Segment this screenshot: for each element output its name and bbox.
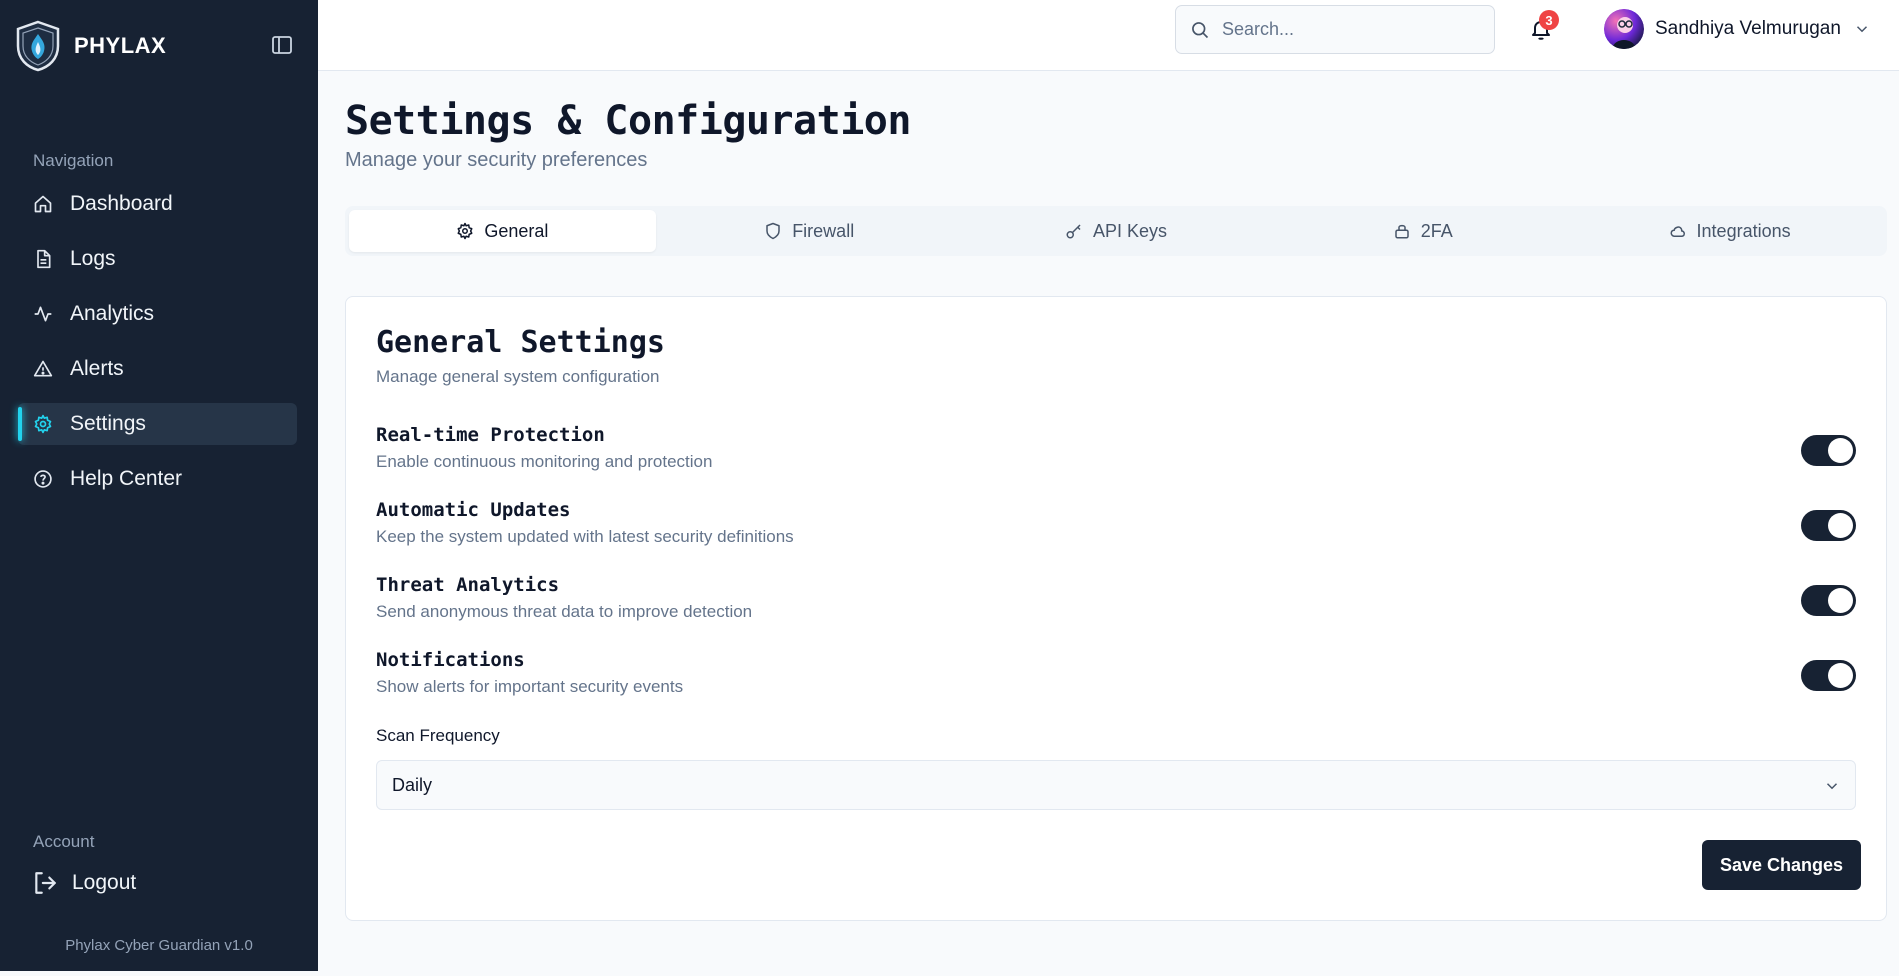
logout-button[interactable]: Logout xyxy=(32,870,136,896)
alert-triangle-icon xyxy=(32,358,54,380)
brand[interactable]: PHYLAX xyxy=(14,18,166,74)
gear-icon xyxy=(456,222,474,240)
tab-label: 2FA xyxy=(1420,220,1453,241)
setting-description: Show alerts for important security event… xyxy=(376,677,684,696)
sidebar-item-logs[interactable]: Logs xyxy=(18,238,297,280)
brand-name: PHYLAX xyxy=(74,33,167,58)
notifications-toggle[interactable] xyxy=(1801,660,1856,691)
search-icon xyxy=(1192,21,1209,38)
tab-label: API Keys xyxy=(1092,220,1167,241)
tab-2fa[interactable]: 2FA xyxy=(1269,210,1576,252)
gear-icon xyxy=(32,413,54,435)
card-title: General Settings xyxy=(376,325,665,360)
toggle-knob xyxy=(1828,438,1853,463)
sidebar-item-settings[interactable]: Settings xyxy=(18,403,297,445)
sidebar-item-analytics[interactable]: Analytics xyxy=(18,293,297,335)
sidebar-item-label: Analytics xyxy=(70,302,155,325)
toggle-knob xyxy=(1828,663,1853,688)
account-heading: Account xyxy=(33,832,95,851)
sidebar-item-help-center[interactable]: Help Center xyxy=(18,458,297,500)
shield-icon xyxy=(764,222,782,240)
lock-icon xyxy=(1393,222,1411,240)
chevron-down-icon xyxy=(1856,26,1867,33)
setting-real-time-protection: Real-time Protection Enable continuous m… xyxy=(376,424,1856,484)
sidebar: PHYLAX Navigation Dashboard Logs Analyti… xyxy=(0,0,318,971)
setting-description: Keep the system updated with latest secu… xyxy=(376,527,794,546)
search-box[interactable] xyxy=(1175,5,1495,54)
sidebar-toggle-icon[interactable] xyxy=(270,33,294,57)
tab-label: Integrations xyxy=(1696,220,1791,241)
avatar xyxy=(1604,9,1644,49)
scan-frequency-select[interactable]: Daily xyxy=(376,760,1856,810)
tab-label: General xyxy=(484,220,549,241)
tab-integrations[interactable]: Integrations xyxy=(1576,210,1883,252)
page-title: Settings & Configuration xyxy=(345,98,911,144)
automatic-updates-toggle[interactable] xyxy=(1801,510,1856,541)
sidebar-item-alerts[interactable]: Alerts xyxy=(18,348,297,390)
notification-badge: 3 xyxy=(1539,10,1559,30)
help-circle-icon xyxy=(32,468,54,490)
sidebar-item-label: Logs xyxy=(70,247,116,270)
real-time-protection-toggle[interactable] xyxy=(1801,435,1856,466)
tab-label: Firewall xyxy=(792,220,855,241)
setting-label: Real-time Protection xyxy=(376,424,605,446)
cloud-icon xyxy=(1669,222,1687,240)
search-input[interactable] xyxy=(1222,19,1482,40)
version-text: Phylax Cyber Guardian v1.0 xyxy=(65,937,253,954)
sidebar-item-label: Settings xyxy=(70,412,146,435)
top-header: 3 Sandhiya Velmurugan xyxy=(318,0,1899,71)
setting-automatic-updates: Automatic Updates Keep the system update… xyxy=(376,499,1856,559)
save-changes-button[interactable]: Save Changes xyxy=(1702,840,1861,890)
sidebar-item-label: Alerts xyxy=(70,357,124,380)
sidebar-item-dashboard[interactable]: Dashboard xyxy=(18,183,297,225)
general-settings-card: General Settings Manage general system c… xyxy=(345,296,1887,921)
key-icon xyxy=(1065,222,1083,240)
setting-notifications: Notifications Show alerts for important … xyxy=(376,649,1856,709)
nav-list: Dashboard Logs Analytics Alerts Settings xyxy=(18,183,297,513)
user-menu[interactable]: Sandhiya Velmurugan xyxy=(1604,9,1871,49)
user-name: Sandhiya Velmurugan xyxy=(1655,18,1841,39)
toggle-knob xyxy=(1828,588,1853,613)
logout-label: Logout xyxy=(72,871,137,894)
home-icon xyxy=(32,193,54,215)
threat-analytics-toggle[interactable] xyxy=(1801,585,1856,616)
setting-label: Notifications xyxy=(376,649,525,671)
sidebar-item-label: Help Center xyxy=(70,467,183,490)
scan-frequency-value: Daily xyxy=(392,774,433,795)
logout-icon xyxy=(35,872,56,894)
chevron-down-icon xyxy=(1826,783,1838,790)
tab-api-keys[interactable]: API Keys xyxy=(963,210,1270,252)
page-subtitle: Manage your security preferences xyxy=(345,149,648,171)
setting-description: Enable continuous monitoring and protect… xyxy=(376,452,713,471)
file-text-icon xyxy=(32,248,54,270)
activity-icon xyxy=(32,303,54,325)
settings-tabs: General Firewall API Keys 2FA Integratio… xyxy=(345,206,1887,256)
toggle-knob xyxy=(1828,513,1853,538)
tab-general[interactable]: General xyxy=(349,210,656,252)
shield-logo-icon xyxy=(16,20,60,72)
setting-description: Send anonymous threat data to improve de… xyxy=(376,602,753,621)
card-subtitle: Manage general system configuration xyxy=(376,367,660,386)
tab-firewall[interactable]: Firewall xyxy=(656,210,963,252)
setting-label: Threat Analytics xyxy=(376,574,560,596)
setting-threat-analytics: Threat Analytics Send anonymous threat d… xyxy=(376,574,1856,634)
nav-heading: Navigation xyxy=(33,151,114,170)
scan-frequency-label: Scan Frequency xyxy=(376,726,500,745)
setting-label: Automatic Updates xyxy=(376,499,571,521)
sidebar-item-label: Dashboard xyxy=(70,192,173,215)
